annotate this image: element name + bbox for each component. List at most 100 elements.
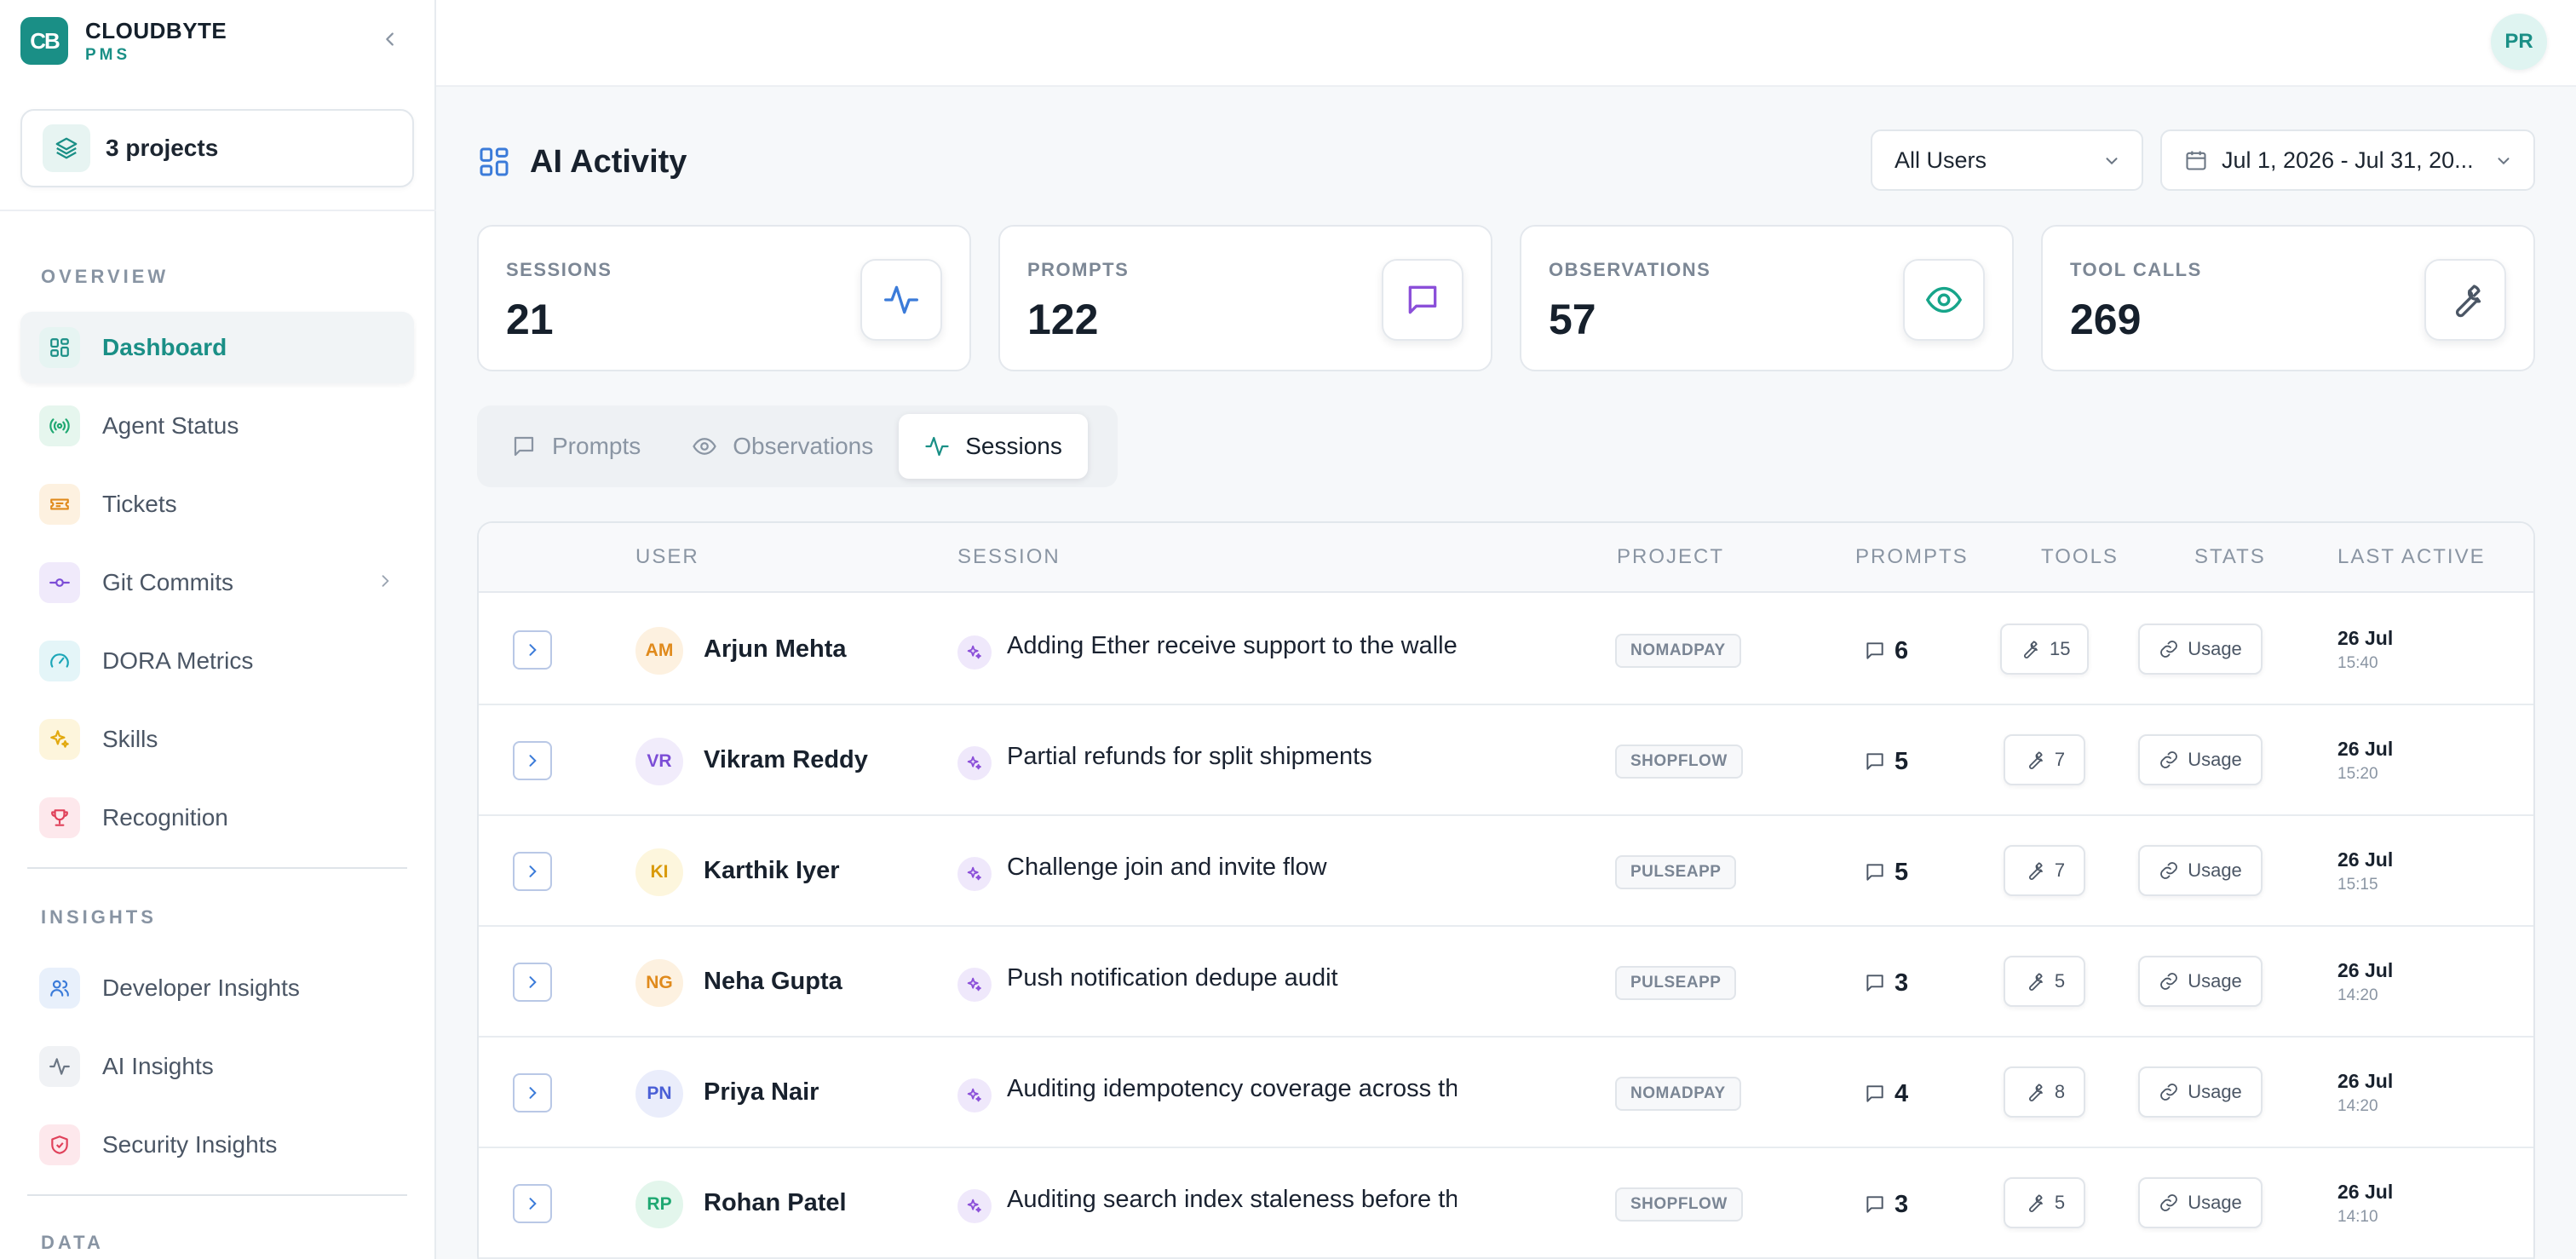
tools-button[interactable]: 8 bbox=[2004, 1066, 2085, 1118]
project-badge: PULSEAPP bbox=[1615, 966, 1737, 1000]
wrench-icon bbox=[2424, 259, 2506, 341]
sidebar-item-skills[interactable]: Skills bbox=[20, 704, 414, 775]
tools-button[interactable]: 7 bbox=[2004, 845, 2085, 896]
brand-subtitle: PMS bbox=[85, 45, 131, 64]
users-filter-select[interactable]: All Users bbox=[1871, 129, 2143, 191]
sparkle-icon bbox=[957, 1078, 992, 1112]
expand-row-button[interactable] bbox=[513, 963, 552, 1002]
tab-observations[interactable]: Observations bbox=[666, 414, 899, 479]
expand-row-button[interactable] bbox=[513, 1073, 552, 1112]
prompts-cell: 5 bbox=[1864, 855, 1908, 889]
table-row[interactable]: RP Rohan Patel Auditing search index sta… bbox=[479, 1148, 2533, 1259]
last-active-time: 14:20 bbox=[2337, 1097, 2378, 1115]
sidebar-item-label: AI Insights bbox=[102, 1053, 214, 1079]
table-row[interactable]: PN Priya Nair Auditing idempotency cover… bbox=[479, 1038, 2533, 1148]
project-selector[interactable]: 3 projects bbox=[20, 109, 414, 187]
table-row[interactable]: VR Vikram Reddy Partial refunds for spli… bbox=[479, 705, 2533, 816]
broadcast-icon bbox=[39, 405, 80, 446]
table-row[interactable]: AM Arjun Mehta Adding Ether receive supp… bbox=[479, 595, 2533, 705]
last-active-date: 26 Jul bbox=[2337, 1181, 2394, 1203]
user-name: Vikram Reddy bbox=[704, 746, 868, 773]
message-icon bbox=[1866, 1085, 1883, 1102]
usage-button[interactable]: Usage bbox=[2138, 956, 2263, 1007]
tab-prompts[interactable]: Prompts bbox=[486, 414, 666, 479]
projects-count-label: 3 projects bbox=[106, 135, 219, 161]
session-title[interactable]: Adding Ether receive support to the wall… bbox=[1007, 632, 1457, 660]
usage-label: Usage bbox=[2188, 749, 2242, 770]
expand-row-button[interactable] bbox=[513, 741, 552, 780]
sidebar-item-security-insights[interactable]: Security Insights bbox=[20, 1109, 414, 1181]
column-header-stats: STATS bbox=[2194, 545, 2266, 568]
sidebar-item-label: Dashboard bbox=[102, 334, 227, 360]
usage-button[interactable]: Usage bbox=[2138, 1066, 2263, 1118]
tools-button[interactable]: 15 bbox=[2000, 624, 2090, 675]
date-range-picker[interactable]: Jul 1, 2026 - Jul 31, 20... bbox=[2160, 129, 2535, 191]
usage-label: Usage bbox=[2188, 1081, 2242, 1102]
sidebar-item-label: Tickets bbox=[102, 491, 177, 517]
stat-card-sessions: SESSIONS 21 bbox=[477, 225, 971, 371]
sidebar-item-recognition[interactable]: Recognition bbox=[20, 782, 414, 854]
table-row[interactable]: NG Neha Gupta Push notification dedupe a… bbox=[479, 927, 2533, 1038]
project-badge: NOMADPAY bbox=[1615, 1077, 1741, 1111]
stat-label: OBSERVATIONS bbox=[1549, 259, 1711, 280]
tools-button[interactable]: 5 bbox=[2004, 956, 2085, 1007]
stat-card-prompts: PROMPTS 122 bbox=[998, 225, 1492, 371]
sidebar-item-developer-insights[interactable]: Developer Insights bbox=[20, 952, 414, 1024]
usage-button[interactable]: Usage bbox=[2138, 734, 2263, 785]
message-icon bbox=[1866, 753, 1883, 770]
sidebar-item-dashboard[interactable]: Dashboard bbox=[20, 312, 414, 383]
tools-button[interactable]: 5 bbox=[2004, 1177, 2085, 1228]
sparkle-icon bbox=[957, 746, 992, 780]
tools-button[interactable]: 7 bbox=[2004, 734, 2085, 785]
sidebar-item-ai-insights[interactable]: AI Insights bbox=[20, 1031, 414, 1102]
divider bbox=[27, 867, 407, 869]
tools-count: 7 bbox=[2054, 749, 2066, 770]
expand-row-button[interactable] bbox=[513, 630, 552, 670]
sidebar-item-git-commits[interactable]: Git Commits bbox=[20, 547, 414, 618]
sparkle-icon bbox=[957, 1189, 992, 1223]
prompts-cell: 4 bbox=[1864, 1077, 1908, 1111]
session-title[interactable]: Push notification dedupe audit bbox=[1007, 964, 1457, 992]
session-title[interactable]: Partial refunds for split shipments bbox=[1007, 743, 1457, 771]
sidebar-item-label: Security Insights bbox=[102, 1131, 278, 1158]
session-title[interactable]: Auditing search index staleness before t… bbox=[1007, 1186, 1457, 1214]
session-title[interactable]: Auditing idempotency coverage across the bbox=[1007, 1075, 1457, 1103]
sidebar-item-dora-metrics[interactable]: DORA Metrics bbox=[20, 625, 414, 697]
tools-count: 5 bbox=[2054, 970, 2066, 992]
tab-sessions[interactable]: Sessions bbox=[899, 414, 1088, 479]
usage-label: Usage bbox=[2188, 970, 2242, 992]
eye-icon bbox=[693, 438, 717, 455]
date-range-value: Jul 1, 2026 - Jul 31, 20... bbox=[2222, 147, 2474, 173]
wrench-icon bbox=[2028, 1084, 2043, 1101]
activity-tabs: Prompts Observations Sessions bbox=[477, 405, 1118, 487]
user-name: Rohan Patel bbox=[704, 1189, 847, 1216]
sidebar-item-agent-status[interactable]: Agent Status bbox=[20, 390, 414, 462]
expand-row-button[interactable] bbox=[513, 852, 552, 891]
page-header: AI Activity bbox=[477, 136, 687, 187]
usage-button[interactable]: Usage bbox=[2138, 845, 2263, 896]
last-active-time: 14:10 bbox=[2337, 1208, 2378, 1226]
link-icon bbox=[2160, 751, 2178, 768]
table-row[interactable]: KI Karthik Iyer Challenge join and invit… bbox=[479, 816, 2533, 927]
sidebar-item-label: Git Commits bbox=[102, 569, 233, 595]
prompts-cell: 5 bbox=[1864, 744, 1908, 779]
activity-icon bbox=[925, 436, 949, 457]
sidebar-item-tickets[interactable]: Tickets bbox=[20, 469, 414, 540]
collapse-sidebar-button[interactable] bbox=[375, 24, 405, 55]
brand[interactable]: CB CLOUDBYTE PMS bbox=[20, 17, 227, 65]
user-avatar[interactable]: PR bbox=[2491, 14, 2547, 70]
message-icon bbox=[1866, 1196, 1883, 1213]
session-title[interactable]: Challenge join and invite flow bbox=[1007, 854, 1457, 882]
project-badge: SHOPFLOW bbox=[1615, 744, 1743, 779]
dashboard-icon bbox=[480, 147, 509, 176]
message-icon bbox=[1866, 974, 1883, 992]
message-icon bbox=[1866, 864, 1883, 881]
usage-button[interactable]: Usage bbox=[2138, 1177, 2263, 1228]
stat-value: 57 bbox=[1549, 296, 1596, 343]
expand-row-button[interactable] bbox=[513, 1184, 552, 1223]
user-name: Priya Nair bbox=[704, 1078, 819, 1106]
usage-button[interactable]: Usage bbox=[2138, 624, 2263, 675]
sparkle-icon bbox=[957, 968, 992, 1002]
chevron-right-icon bbox=[382, 575, 389, 587]
last-active-time: 15:15 bbox=[2337, 876, 2378, 894]
